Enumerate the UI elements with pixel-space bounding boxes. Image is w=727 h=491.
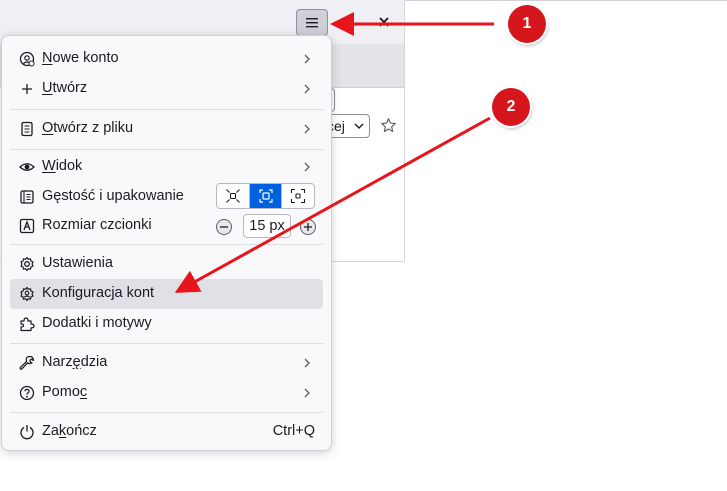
annotation-badge-2: 2 xyxy=(492,88,530,126)
annotation-overlay xyxy=(174,12,494,293)
annotation-arrow-2 xyxy=(174,116,491,293)
annotation-badge-1: 1 xyxy=(508,5,546,43)
